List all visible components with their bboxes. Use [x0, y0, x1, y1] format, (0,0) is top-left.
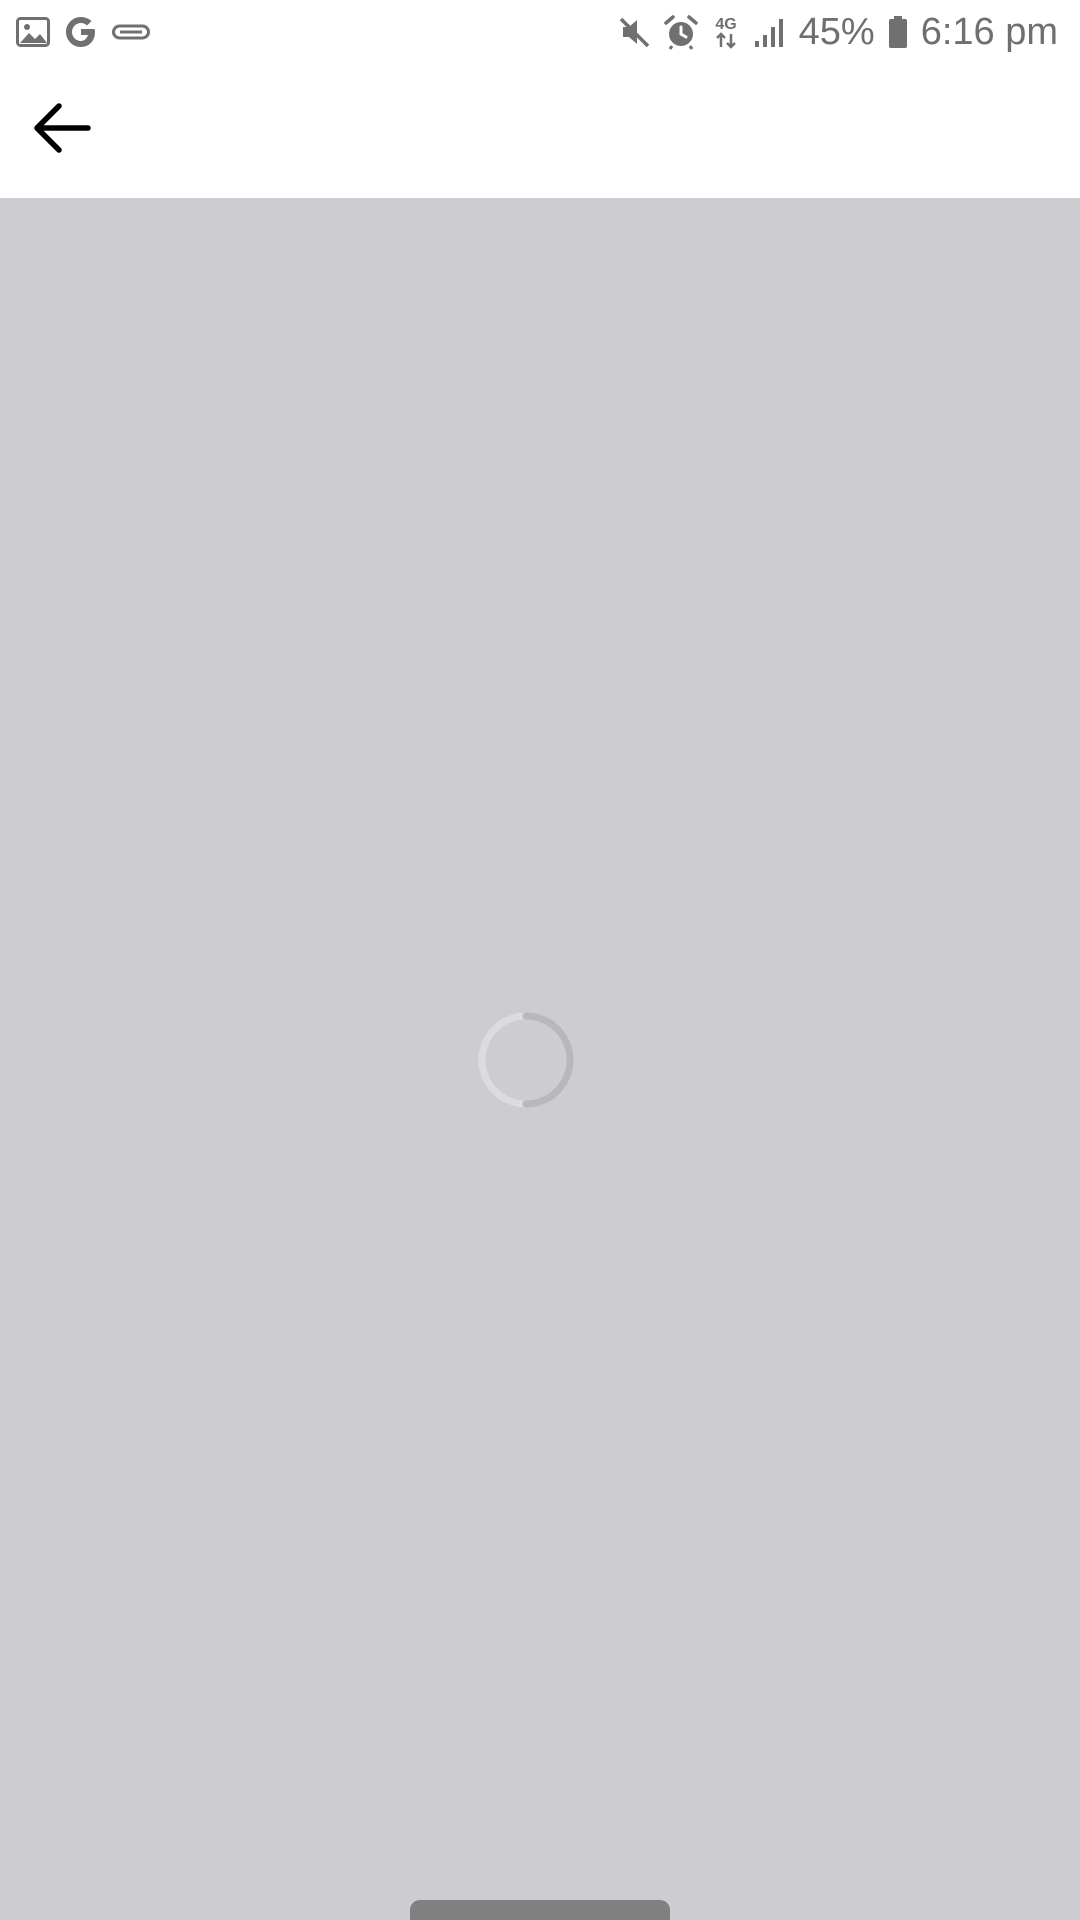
status-right-indicators: 4G 45% 6:16 pm [617, 10, 1058, 54]
back-button[interactable] [24, 98, 100, 162]
mute-icon [617, 15, 651, 49]
link-icon [112, 24, 150, 40]
image-icon [16, 17, 50, 47]
gesture-navigation-bar[interactable] [410, 1900, 670, 1920]
google-icon [64, 15, 98, 49]
status-bar: 4G 45% 6:16 pm [0, 0, 1080, 64]
battery-percentage: 45% [798, 11, 875, 53]
content-area [0, 198, 1080, 1920]
network-4g-icon: 4G [711, 14, 741, 50]
network-type-label: 4G [715, 16, 736, 33]
app-bar [0, 64, 1080, 198]
arrow-left-icon [32, 101, 92, 160]
alarm-icon [663, 14, 699, 50]
clock-time: 6:16 pm [920, 11, 1058, 53]
loading-spinner [476, 1010, 576, 1110]
battery-icon [887, 15, 909, 49]
signal-icon [753, 15, 787, 49]
status-left-icons [16, 14, 150, 50]
